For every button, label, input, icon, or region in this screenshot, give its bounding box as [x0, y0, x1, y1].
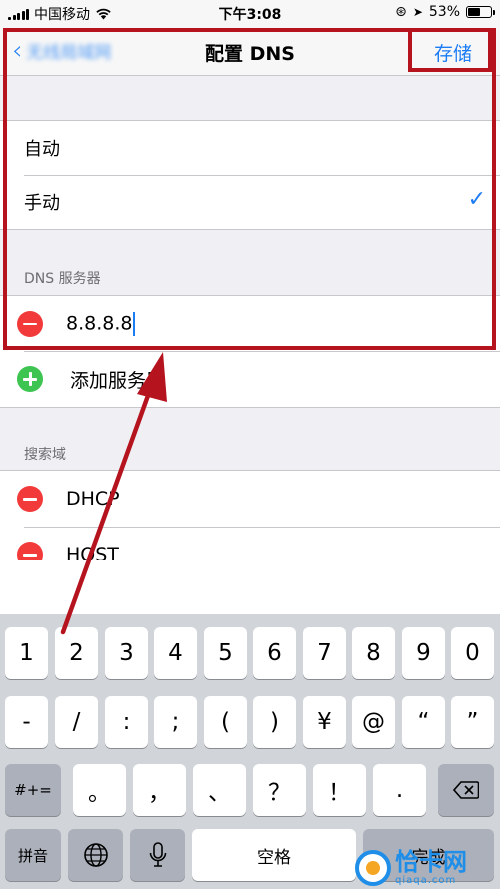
key-question[interactable]: ？: [253, 764, 306, 816]
dictation-key[interactable]: [130, 829, 185, 881]
dns-mode-group: 自动 手动 ✓: [0, 120, 500, 230]
mode-option-label: 自动: [24, 139, 60, 160]
globe-key[interactable]: [68, 829, 123, 881]
section-spacer: [0, 77, 500, 120]
key-period-cn[interactable]: 。: [73, 764, 126, 816]
key-comma-cn[interactable]: ，: [133, 764, 186, 816]
watermark-logo-icon: [355, 849, 391, 886]
delete-circle-icon[interactable]: [17, 310, 43, 337]
search-domain-row[interactable]: DHCP: [0, 471, 500, 527]
key-colon[interactable]: :: [105, 696, 148, 748]
key-2[interactable]: 2: [55, 627, 98, 679]
backspace-icon: [453, 781, 479, 799]
key-7[interactable]: 7: [303, 627, 346, 679]
key-left-quote[interactable]: “: [402, 696, 445, 748]
globe-icon: [83, 843, 108, 867]
location-icon: ➤: [412, 5, 423, 19]
battery-icon: [466, 6, 495, 18]
dns-server-group: 8.8.8.8 添加服务器: [0, 295, 500, 408]
search-domain-value[interactable]: DHCP: [66, 488, 120, 510]
list-background: [0, 560, 500, 614]
watermark-domain: qiaqa.com: [395, 874, 457, 886]
mode-option-label: 手动: [24, 193, 60, 214]
add-server-label: 添加服务器: [70, 369, 166, 392]
status-bar: 中国移动 下午3:08 ⊛ ➤ 53%: [0, 0, 500, 26]
dns-server-text: 8.8.8.8: [66, 312, 133, 334]
key-pinyin[interactable]: 拼音: [5, 829, 61, 881]
mode-option-auto[interactable]: 自动: [0, 121, 500, 175]
watermark: 恰卡网 qiaqa.com: [355, 846, 500, 889]
key-5[interactable]: 5: [204, 627, 247, 679]
checkmark-icon: ✓: [467, 187, 486, 212]
key-yen[interactable]: ¥: [303, 696, 346, 748]
key-0[interactable]: 0: [451, 627, 494, 679]
key-exclamation[interactable]: ！: [313, 764, 366, 816]
watermark-brand: 恰卡网: [395, 847, 467, 876]
key-right-quote[interactable]: ”: [451, 696, 494, 748]
delete-key[interactable]: [438, 764, 494, 816]
key-period[interactable]: .: [373, 764, 426, 816]
dns-server-row[interactable]: 8.8.8.8: [0, 296, 500, 351]
key-3[interactable]: 3: [105, 627, 148, 679]
navigation-bar: ‹ 无线局域网 配置 DNS 存储: [0, 26, 500, 76]
rotation-lock-icon: ⊛: [395, 4, 407, 20]
key-symbols[interactable]: #+=: [5, 764, 61, 816]
key-1[interactable]: 1: [5, 627, 48, 679]
dns-server-value[interactable]: 8.8.8.8: [66, 311, 136, 336]
battery-percent: 53%: [428, 4, 460, 20]
search-domains-header: 搜索域: [24, 447, 66, 463]
mode-option-manual[interactable]: 手动 ✓: [0, 175, 500, 229]
key-9[interactable]: 9: [402, 627, 445, 679]
key-semicolon[interactable]: ;: [154, 696, 197, 748]
key-enum-comma[interactable]: 、: [193, 764, 246, 816]
add-server-row[interactable]: 添加服务器: [0, 351, 500, 407]
microphone-icon: [149, 842, 166, 867]
space-key[interactable]: 空格: [192, 829, 356, 881]
delete-circle-icon[interactable]: [17, 486, 43, 512]
dns-section-header: DNS 服务器: [24, 271, 101, 287]
save-button[interactable]: 存储: [434, 39, 472, 66]
key-slash[interactable]: /: [55, 696, 98, 748]
key-left-paren[interactable]: (: [204, 696, 247, 748]
key-6[interactable]: 6: [253, 627, 296, 679]
text-cursor: [133, 311, 136, 336]
key-right-paren[interactable]: ): [253, 696, 296, 748]
key-at[interactable]: @: [352, 696, 395, 748]
page-title: 配置 DNS: [205, 43, 295, 65]
key-8[interactable]: 8: [352, 627, 395, 679]
key-4[interactable]: 4: [154, 627, 197, 679]
key-hyphen[interactable]: -: [5, 696, 48, 748]
add-circle-icon[interactable]: [17, 366, 43, 392]
